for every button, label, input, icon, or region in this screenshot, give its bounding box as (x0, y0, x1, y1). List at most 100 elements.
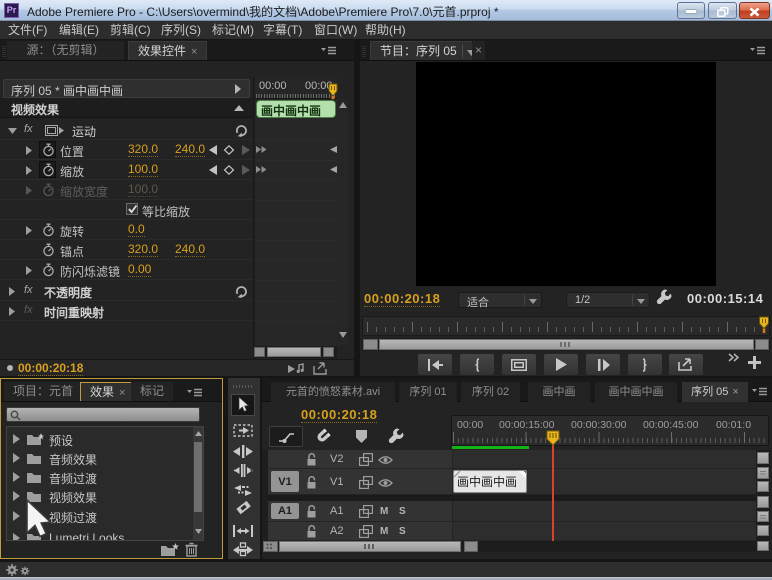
menu-clip[interactable]: 剪辑(C) (104, 23, 157, 38)
play-button[interactable] (543, 353, 579, 376)
mark-out-button[interactable] (627, 353, 663, 376)
tab-close-icon[interactable]: × (119, 387, 125, 399)
export-frame-icon[interactable] (313, 362, 327, 375)
sync-lock-icon[interactable] (359, 505, 373, 518)
disclosure-icon[interactable] (13, 511, 20, 521)
mute-button[interactable]: M (380, 506, 388, 517)
track-name[interactable]: A2 (330, 525, 343, 537)
lock-icon[interactable] (306, 476, 317, 489)
stopwatch-icon[interactable] (42, 163, 55, 177)
track-a1-lane[interactable] (452, 501, 756, 521)
program-video-display[interactable] (416, 62, 716, 286)
stopwatch-icon[interactable] (42, 143, 55, 157)
track-v2-lane[interactable] (452, 450, 756, 468)
mute-button[interactable]: M (380, 526, 388, 537)
tool-rate-stretch[interactable] (231, 479, 255, 500)
menu-window[interactable]: 窗口(W) (308, 23, 363, 38)
vscroll-corner[interactable] (757, 541, 769, 551)
program-timecode[interactable]: 00:00:20:18 (364, 291, 440, 307)
scroll-down-icon[interactable] (339, 332, 347, 338)
tab-sequence-01[interactable]: 序列 01 (399, 382, 457, 402)
track-name[interactable]: V1 (330, 476, 343, 488)
effect-mini-ruler[interactable]: 00:00 00:00 (255, 77, 337, 99)
stopwatch-icon[interactable] (42, 243, 55, 257)
anchor-x-value[interactable]: 320.0 (128, 243, 158, 257)
tab-effects[interactable]: 效果× (80, 382, 135, 401)
play-audio-icon[interactable] (288, 363, 306, 374)
effect-hscrollbar[interactable] (253, 346, 337, 358)
export-frame-button[interactable] (668, 353, 704, 376)
disclosure-icon[interactable] (9, 287, 15, 296)
mark-in-button[interactable] (459, 353, 495, 376)
hscroll-right-grip[interactable] (755, 339, 769, 350)
program-cti-playhead[interactable] (758, 316, 770, 334)
timeline-vscroll-strip[interactable] (756, 450, 770, 552)
timeline-timecode[interactable]: 00:00:20:18 (301, 407, 377, 423)
track-a1-source-badge[interactable]: A1 (271, 503, 299, 519)
keyframe-nav[interactable] (209, 165, 250, 175)
track-a2-lane[interactable] (452, 522, 756, 540)
program-hscrollbar[interactable] (362, 338, 770, 351)
disclosure-icon[interactable] (13, 533, 20, 541)
new-custom-bin-icon[interactable] (161, 543, 179, 556)
disclosure-open-icon[interactable] (8, 128, 17, 134)
effect-timecode[interactable]: 00:00:20:18 (18, 361, 83, 376)
search-input[interactable] (6, 407, 200, 422)
eye-icon[interactable] (378, 455, 393, 465)
panel-menu-icon[interactable] (321, 46, 337, 56)
position-x-value[interactable]: 320.0 (128, 143, 158, 157)
tab-close-icon[interactable]: × (191, 46, 197, 58)
panel-menu-icon[interactable] (752, 387, 768, 397)
scale-value[interactable]: 100.0 (128, 163, 158, 177)
vscroll-audio-thumb[interactable] (757, 511, 769, 522)
hscroll-right-grip[interactable] (323, 347, 334, 357)
disclosure-icon[interactable] (26, 226, 32, 235)
hscroll-left-grip[interactable] (363, 339, 378, 350)
tab-source-monitor[interactable]: 源：（无剪辑） (7, 41, 124, 60)
add-marker-icon[interactable] (355, 429, 368, 444)
vscroll-video-top[interactable] (757, 452, 769, 464)
playback-resolution-select[interactable]: 1/2 (566, 292, 650, 308)
vscroll-thumb[interactable] (194, 442, 202, 512)
antiflicker-value[interactable]: 0.00 (128, 263, 151, 277)
tool-rolling-edit[interactable] (231, 460, 255, 481)
tree-vscrollbar[interactable] (192, 427, 203, 540)
solo-button[interactable]: S (399, 506, 406, 517)
timeline-ruler[interactable]: 00:00 00:00:15:00 00:00:30:00 00:00:45:0… (451, 415, 769, 446)
panel-grip[interactable] (233, 385, 254, 388)
collapse-section-icon[interactable] (234, 105, 244, 112)
properties-timeline-divider[interactable] (253, 77, 255, 360)
track-name[interactable]: V2 (330, 453, 343, 465)
panel-grip[interactable] (362, 45, 366, 57)
safe-margins-button[interactable] (501, 353, 537, 376)
minimize-button[interactable] (677, 2, 705, 19)
disclosure-icon[interactable] (26, 166, 32, 175)
sync-lock-icon[interactable] (359, 453, 373, 466)
tab-project[interactable]: 项目：元首 (4, 382, 82, 401)
rotation-value[interactable]: 0.0 (128, 223, 145, 237)
tool-ripple-edit[interactable] (231, 441, 255, 462)
add-button-icon[interactable] (748, 356, 761, 369)
effect-clip-bar[interactable]: 画中画中画 (256, 100, 336, 118)
lock-icon[interactable] (306, 525, 317, 538)
tab-source-clip[interactable]: 元首的愤怒素材.avi (271, 382, 395, 402)
disclosure-icon[interactable] (13, 472, 20, 482)
track-name[interactable]: A1 (330, 505, 343, 517)
snap-magnet-icon[interactable] (313, 428, 331, 446)
disclosure-icon[interactable] (9, 307, 15, 316)
expand-right-icon[interactable] (234, 84, 242, 94)
track-v1-source-badge[interactable]: V1 (271, 471, 299, 492)
panel-menu-icon[interactable] (750, 46, 766, 56)
timeline-settings-wrench-icon[interactable] (387, 428, 405, 446)
keyframe-nav[interactable] (209, 145, 250, 155)
hscroll-thumb[interactable] (267, 347, 321, 357)
scroll-down-icon[interactable] (195, 529, 202, 534)
timeline-cti-playhead[interactable] (545, 430, 561, 450)
menu-file[interactable]: 文件(F) (2, 23, 53, 38)
effect-vscrollbar[interactable] (337, 98, 348, 346)
tab-sequence-05[interactable]: 序列 05× (682, 382, 748, 402)
tab-sequence-02[interactable]: 序列 02 (461, 382, 520, 402)
menu-help[interactable]: 帮助(H) (359, 23, 412, 38)
tool-selection[interactable] (231, 394, 255, 416)
zoom-level-select[interactable]: 适合 (458, 292, 542, 308)
